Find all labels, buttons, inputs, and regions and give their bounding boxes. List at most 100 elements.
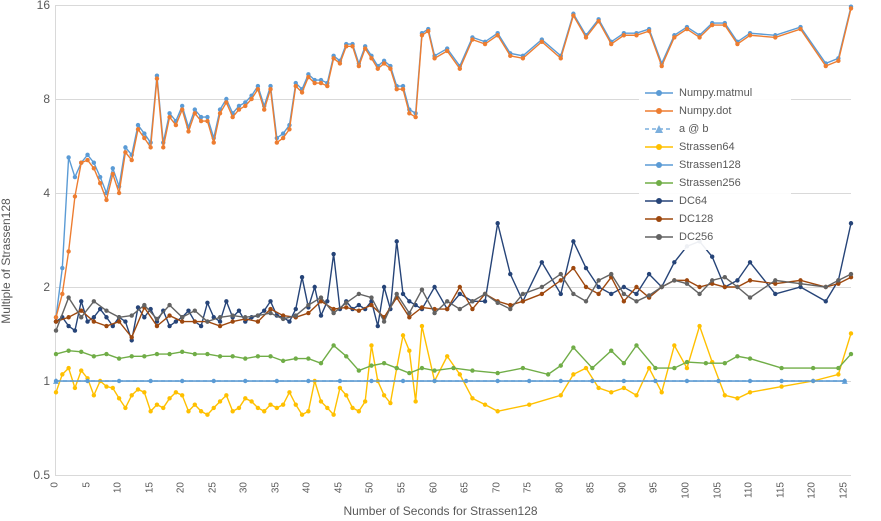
series-marker [407,349,411,353]
legend-label: Numpy.dot [679,105,731,117]
series-marker [224,393,228,397]
series-marker [85,158,89,162]
series-marker [230,319,234,323]
series-marker [836,59,840,63]
series-marker [142,136,146,140]
series-marker [117,319,121,323]
series-marker [798,27,802,31]
series-marker [710,255,714,259]
series-marker [660,64,664,68]
series-marker [735,42,739,46]
legend-label: Numpy.matmul [679,87,752,99]
series-marker [54,328,58,332]
series-marker [79,315,83,319]
series-marker [395,292,399,296]
series-marker [79,299,83,303]
series-marker [312,81,316,85]
series-marker [256,354,260,358]
series-marker [199,324,203,328]
series-marker [243,315,247,319]
series-marker [432,379,436,383]
series-marker [268,87,272,91]
series-marker [445,299,449,303]
series-marker [306,75,310,79]
x-tick-label: 80 [554,482,565,493]
series-marker [167,396,171,400]
series-marker [521,299,525,303]
series-marker [622,379,626,383]
series-marker [369,379,373,383]
series-marker [243,356,247,360]
series-marker [824,299,828,303]
series-marker [647,293,651,297]
x-tick-label: 0 [50,482,61,488]
series-marker [256,319,260,323]
series-marker [571,292,575,296]
series-marker [344,301,348,305]
legend-label: Strassen64 [679,141,735,153]
series-marker [148,145,152,149]
x-tick-label: 5 [81,482,92,488]
series-marker [294,356,298,360]
series-marker [622,299,626,303]
series-marker [281,402,285,406]
x-tick-label: 25 [207,482,218,493]
series-marker [312,285,316,289]
series-marker [186,129,190,133]
series-marker [420,305,424,309]
series-marker [319,399,323,403]
series-marker [647,272,651,276]
series-marker [622,292,626,296]
series-marker [401,87,405,91]
series-marker [130,313,134,317]
series-marker [85,379,89,383]
series-marker [180,107,184,111]
series-marker [218,399,222,403]
legend-swatch [645,231,673,243]
series-marker [268,311,272,315]
series-marker [66,295,70,299]
series-marker [325,84,329,88]
series-marker [849,272,853,276]
series-marker [697,324,701,328]
series-line [56,326,851,415]
series-marker [697,292,701,296]
series-marker [748,260,752,264]
series-marker [167,111,171,115]
series-marker [161,145,165,149]
x-tick-label: 95 [649,482,660,493]
series-marker [338,379,342,383]
series-marker [388,401,392,405]
series-marker [420,324,424,328]
series-marker [609,292,613,296]
series-marker [306,379,310,383]
series-marker [407,371,411,375]
series-marker [634,299,638,303]
series-marker [382,393,386,397]
series-marker [470,37,474,41]
series-marker [407,299,411,303]
series-marker [395,366,399,370]
series-marker [369,295,373,299]
series-marker [243,379,247,383]
series-marker [685,281,689,285]
series-marker [672,278,676,282]
series-marker [748,33,752,37]
legend-label: DC256 [679,231,713,243]
series-marker [92,166,96,170]
series-marker [155,352,159,356]
series-marker [331,343,335,347]
series-marker [306,409,310,413]
series-marker [407,111,411,115]
series-marker [350,406,354,410]
series-marker [60,292,64,296]
series-marker [218,111,222,115]
series-marker [584,285,588,289]
series-marker [426,29,430,33]
series-marker [401,292,405,296]
legend-swatch [645,177,673,189]
series-marker [218,354,222,358]
y-tick-label: 4 [0,186,50,200]
series-marker [262,107,266,111]
series-marker [73,175,77,179]
